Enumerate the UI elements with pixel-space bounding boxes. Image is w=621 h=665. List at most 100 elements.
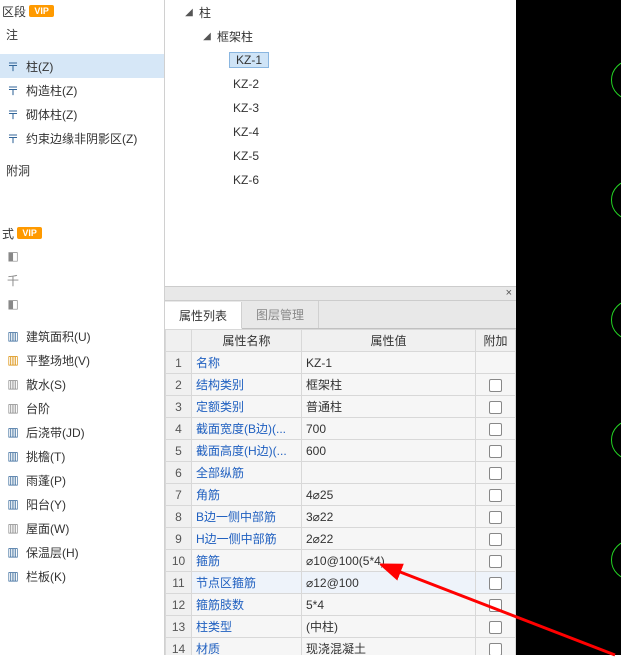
sidebar-item[interactable]: 〒砌体柱(Z) bbox=[0, 102, 164, 126]
tree-leaf[interactable]: KZ-6 bbox=[165, 168, 516, 192]
drawing-canvas[interactable] bbox=[516, 0, 621, 655]
checkbox[interactable] bbox=[489, 577, 502, 590]
sidebar-item[interactable]: ▥建筑面积(U) bbox=[0, 324, 164, 348]
prop-name-cell[interactable]: 全部纵筋 bbox=[192, 462, 302, 484]
prop-value-cell[interactable]: 600 bbox=[302, 440, 476, 462]
tree-node-root[interactable]: ◢ 柱 bbox=[165, 0, 516, 24]
table-row[interactable]: 1名称KZ-1 bbox=[166, 352, 516, 374]
sidebar-item-truncated[interactable]: 注 bbox=[0, 22, 164, 46]
sidebar-item[interactable]: ▥挑檐(T) bbox=[0, 444, 164, 468]
sidebar-item[interactable]: ▥阳台(Y) bbox=[0, 492, 164, 516]
prop-name-cell[interactable]: H边一侧中部筋 bbox=[192, 528, 302, 550]
prop-name-cell[interactable]: 材质 bbox=[192, 638, 302, 656]
prop-name-cell[interactable]: 定额类别 bbox=[192, 396, 302, 418]
collapse-icon[interactable]: ◢ bbox=[201, 31, 213, 42]
prop-extra-cell[interactable] bbox=[476, 374, 516, 396]
table-row[interactable]: 9H边一侧中部筋2⌀22 bbox=[166, 528, 516, 550]
close-icon[interactable]: × bbox=[506, 287, 512, 299]
table-row[interactable]: 2结构类别框架柱 bbox=[166, 374, 516, 396]
prop-extra-cell[interactable] bbox=[476, 638, 516, 656]
tree-leaf[interactable]: KZ-5 bbox=[165, 144, 516, 168]
checkbox[interactable] bbox=[489, 621, 502, 634]
checkbox[interactable] bbox=[489, 445, 502, 458]
prop-name-cell[interactable]: 名称 bbox=[192, 352, 302, 374]
table-row[interactable]: 12箍筋肢数5*4 bbox=[166, 594, 516, 616]
prop-value-cell[interactable]: 2⌀22 bbox=[302, 528, 476, 550]
prop-value-cell[interactable]: 5*4 bbox=[302, 594, 476, 616]
prop-extra-cell[interactable] bbox=[476, 550, 516, 572]
table-row[interactable]: 10箍筋⌀10@100(5*4) bbox=[166, 550, 516, 572]
prop-name-cell[interactable]: 柱类型 bbox=[192, 616, 302, 638]
sidebar-item[interactable]: ▥保温层(H) bbox=[0, 540, 164, 564]
prop-name-cell[interactable]: B边一侧中部筋 bbox=[192, 506, 302, 528]
prop-value-cell[interactable]: 框架柱 bbox=[302, 374, 476, 396]
tree-leaf[interactable]: KZ-4 bbox=[165, 120, 516, 144]
prop-value-cell[interactable]: 700 bbox=[302, 418, 476, 440]
prop-extra-cell[interactable] bbox=[476, 440, 516, 462]
prop-value-cell[interactable]: 现浇混凝土 bbox=[302, 638, 476, 656]
prop-name-cell[interactable]: 节点区箍筋 bbox=[192, 572, 302, 594]
checkbox[interactable] bbox=[489, 379, 502, 392]
table-row[interactable]: 5截面高度(H边)(...600 bbox=[166, 440, 516, 462]
prop-extra-cell[interactable] bbox=[476, 616, 516, 638]
checkbox[interactable] bbox=[489, 511, 502, 524]
table-row[interactable]: 4截面宽度(B边)(...700 bbox=[166, 418, 516, 440]
prop-value-cell[interactable] bbox=[302, 462, 476, 484]
sidebar-item[interactable]: ▥后浇带(JD) bbox=[0, 420, 164, 444]
prop-value-cell[interactable]: (中柱) bbox=[302, 616, 476, 638]
prop-value-cell[interactable]: ⌀10@100(5*4) bbox=[302, 550, 476, 572]
sidebar-item[interactable]: ▥屋面(W) bbox=[0, 516, 164, 540]
properties-grid[interactable]: 属性名称 属性值 附加 1名称KZ-12结构类别框架柱3定额类别普通柱4截面宽度… bbox=[165, 329, 516, 655]
prop-extra-cell[interactable] bbox=[476, 506, 516, 528]
tree-leaf[interactable]: KZ-1 bbox=[165, 48, 516, 72]
sidebar-item[interactable]: ▥台阶 bbox=[0, 396, 164, 420]
sidebar-item[interactable]: ▥栏板(K) bbox=[0, 564, 164, 588]
checkbox[interactable] bbox=[489, 401, 502, 414]
prop-value-cell[interactable]: KZ-1 bbox=[302, 352, 476, 374]
prop-name-cell[interactable]: 箍筋肢数 bbox=[192, 594, 302, 616]
sidebar-misc-item[interactable]: ◧ bbox=[0, 244, 164, 268]
prop-name-cell[interactable]: 箍筋 bbox=[192, 550, 302, 572]
tree-leaf[interactable]: KZ-3 bbox=[165, 96, 516, 120]
table-row[interactable]: 13柱类型(中柱) bbox=[166, 616, 516, 638]
checkbox[interactable] bbox=[489, 423, 502, 436]
prop-extra-cell[interactable] bbox=[476, 418, 516, 440]
prop-extra-cell[interactable] bbox=[476, 572, 516, 594]
table-row[interactable]: 6全部纵筋 bbox=[166, 462, 516, 484]
prop-name-cell[interactable]: 截面宽度(B边)(... bbox=[192, 418, 302, 440]
sidebar-item-hole[interactable]: 附洞 bbox=[0, 158, 164, 182]
sidebar-item[interactable]: ▥散水(S) bbox=[0, 372, 164, 396]
prop-extra-cell[interactable] bbox=[476, 396, 516, 418]
tab-layers[interactable]: 图层管理 bbox=[242, 301, 319, 328]
tree-node-group[interactable]: ◢ 框架柱 bbox=[165, 24, 516, 48]
prop-value-cell[interactable]: ⌀12@100 bbox=[302, 572, 476, 594]
sidebar-item[interactable]: 〒构造柱(Z) bbox=[0, 78, 164, 102]
sidebar-item[interactable]: ▥平整场地(V) bbox=[0, 348, 164, 372]
table-row[interactable]: 3定额类别普通柱 bbox=[166, 396, 516, 418]
table-row[interactable]: 8B边一侧中部筋3⌀22 bbox=[166, 506, 516, 528]
prop-name-cell[interactable]: 结构类别 bbox=[192, 374, 302, 396]
checkbox[interactable] bbox=[489, 599, 502, 612]
prop-value-cell[interactable]: 4⌀25 bbox=[302, 484, 476, 506]
table-row[interactable]: 14材质现浇混凝土 bbox=[166, 638, 516, 656]
sidebar-item[interactable]: 〒约束边缘非阴影区(Z) bbox=[0, 126, 164, 150]
prop-extra-cell[interactable] bbox=[476, 462, 516, 484]
checkbox[interactable] bbox=[489, 467, 502, 480]
prop-name-cell[interactable]: 截面高度(H边)(... bbox=[192, 440, 302, 462]
sidebar-misc-item[interactable]: 千 bbox=[0, 268, 164, 292]
checkbox[interactable] bbox=[489, 643, 502, 655]
sidebar-misc-item[interactable]: ◧ bbox=[0, 292, 164, 316]
prop-extra-cell[interactable] bbox=[476, 594, 516, 616]
checkbox[interactable] bbox=[489, 555, 502, 568]
table-row[interactable]: 11节点区箍筋⌀12@100 bbox=[166, 572, 516, 594]
table-row[interactable]: 7角筋4⌀25 bbox=[166, 484, 516, 506]
sidebar-item[interactable]: ▥雨蓬(P) bbox=[0, 468, 164, 492]
sidebar-item[interactable]: 〒柱(Z) bbox=[0, 54, 164, 78]
tab-properties[interactable]: 属性列表 bbox=[165, 302, 242, 329]
checkbox[interactable] bbox=[489, 533, 502, 546]
prop-extra-cell[interactable] bbox=[476, 484, 516, 506]
tree-leaf[interactable]: KZ-2 bbox=[165, 72, 516, 96]
prop-extra-cell[interactable] bbox=[476, 528, 516, 550]
checkbox[interactable] bbox=[489, 489, 502, 502]
prop-value-cell[interactable]: 普通柱 bbox=[302, 396, 476, 418]
